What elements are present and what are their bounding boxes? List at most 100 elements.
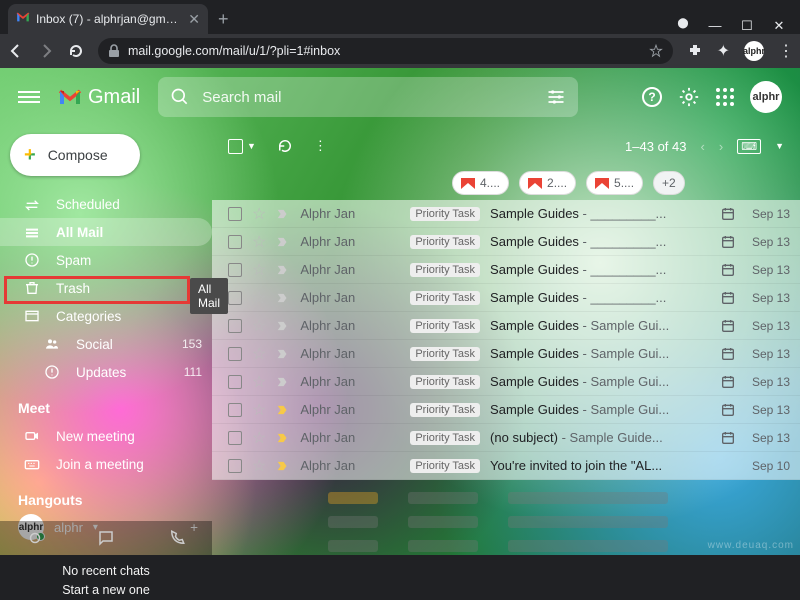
email-checkbox[interactable] bbox=[228, 459, 242, 473]
sidebar-item-all-mail[interactable]: All Mail bbox=[0, 218, 212, 246]
search-bar[interactable] bbox=[158, 77, 578, 117]
forward-button[interactable] bbox=[38, 43, 54, 59]
email-row[interactable]: ☆ Alphr Jan Priority Task Sample Guides … bbox=[212, 396, 800, 424]
star-icon[interactable]: ☆ bbox=[252, 456, 266, 476]
email-label-badge[interactable]: Priority Task bbox=[410, 431, 480, 445]
maximize-button[interactable]: ☐ bbox=[740, 18, 754, 34]
profile-avatar[interactable]: alphr bbox=[744, 41, 764, 61]
account-avatar[interactable]: alphr bbox=[750, 81, 782, 113]
bookmark-star-icon[interactable] bbox=[649, 44, 663, 58]
extensions-icon[interactable] bbox=[687, 43, 703, 59]
star-icon[interactable]: ☆ bbox=[252, 428, 266, 448]
email-checkbox[interactable] bbox=[228, 403, 242, 417]
email-row[interactable]: ☆ Alphr Jan Priority Task Sample Guides … bbox=[212, 312, 800, 340]
calendar-icon[interactable] bbox=[720, 374, 736, 390]
tab-close-icon[interactable]: ✕ bbox=[188, 11, 200, 28]
attachment-chip[interactable]: 2.... bbox=[519, 171, 576, 195]
calendar-icon[interactable] bbox=[720, 206, 736, 222]
input-mode-icon[interactable]: ⌨ bbox=[737, 139, 761, 154]
attachment-chip[interactable]: 4.... bbox=[452, 171, 509, 195]
main-menu-icon[interactable] bbox=[18, 88, 40, 106]
support-icon[interactable]: ? bbox=[642, 87, 662, 107]
email-checkbox[interactable] bbox=[228, 375, 242, 389]
record-icon[interactable]: ⬤ bbox=[676, 18, 690, 34]
next-page-button[interactable]: › bbox=[719, 139, 723, 154]
browser-tab[interactable]: Inbox (7) - alphrjan@gmail.com ✕ bbox=[8, 4, 208, 34]
star-icon[interactable]: ☆ bbox=[252, 288, 266, 308]
hangouts-tab-icon[interactable] bbox=[26, 529, 44, 547]
close-window-button[interactable]: ✕ bbox=[772, 18, 786, 34]
star-icon[interactable]: ☆ bbox=[252, 232, 266, 252]
importance-icon[interactable] bbox=[276, 235, 290, 249]
email-row[interactable]: ☆ Alphr Jan Priority Task You're invited… bbox=[212, 452, 800, 480]
importance-icon[interactable] bbox=[276, 291, 290, 305]
email-label-badge[interactable]: Priority Task bbox=[410, 207, 480, 221]
browser-menu-icon[interactable]: ⋮ bbox=[778, 41, 792, 61]
importance-icon[interactable] bbox=[276, 431, 290, 445]
email-checkbox[interactable] bbox=[228, 319, 242, 333]
star-icon[interactable]: ☆ bbox=[252, 316, 266, 336]
calendar-icon[interactable] bbox=[720, 402, 736, 418]
select-all-checkbox[interactable]: ▼ bbox=[228, 139, 256, 154]
chevron-down-icon[interactable]: ▼ bbox=[247, 141, 256, 151]
email-checkbox[interactable] bbox=[228, 291, 242, 305]
email-label-badge[interactable]: Priority Task bbox=[410, 347, 480, 361]
attachment-chip[interactable]: 5.... bbox=[586, 171, 643, 195]
sidebar-item-spam[interactable]: Spam bbox=[0, 246, 212, 274]
email-row[interactable]: ☆ Alphr Jan Priority Task Sample Guides … bbox=[212, 368, 800, 396]
importance-icon[interactable] bbox=[276, 263, 290, 277]
star-icon[interactable]: ☆ bbox=[252, 260, 266, 280]
sidebar-item-social[interactable]: Social153 bbox=[0, 330, 212, 358]
phone-tab-icon[interactable] bbox=[168, 529, 186, 547]
email-checkbox[interactable] bbox=[228, 431, 242, 445]
url-input[interactable]: mail.google.com/mail/u/1/?pli=1#inbox bbox=[98, 38, 673, 64]
email-row[interactable]: ☆ Alphr Jan Priority Task Sample Guides … bbox=[212, 256, 800, 284]
sidebar-item-scheduled[interactable]: Scheduled bbox=[0, 190, 212, 218]
email-checkbox[interactable] bbox=[228, 263, 242, 277]
email-label-badge[interactable]: Priority Task bbox=[410, 375, 480, 389]
importance-icon[interactable] bbox=[276, 347, 290, 361]
new-tab-button[interactable]: + bbox=[218, 9, 229, 30]
sidebar-item-categories[interactable]: Categories bbox=[0, 302, 212, 330]
email-checkbox[interactable] bbox=[228, 235, 242, 249]
calendar-icon[interactable] bbox=[720, 234, 736, 250]
refresh-button[interactable] bbox=[276, 137, 294, 155]
search-input[interactable] bbox=[202, 89, 534, 106]
importance-icon[interactable] bbox=[276, 403, 290, 417]
meet-item-new-meeting[interactable]: New meeting bbox=[0, 422, 212, 450]
importance-icon[interactable] bbox=[276, 459, 290, 473]
email-row[interactable]: ☆ Alphr Jan Priority Task Sample Guides … bbox=[212, 284, 800, 312]
email-label-badge[interactable]: Priority Task bbox=[410, 403, 480, 417]
gmail-logo[interactable]: Gmail bbox=[58, 86, 140, 109]
back-button[interactable] bbox=[8, 43, 24, 59]
sidebar-item-updates[interactable]: Updates111 bbox=[0, 358, 212, 386]
chevron-down-icon[interactable]: ▼ bbox=[775, 141, 784, 151]
prev-page-button[interactable]: ‹ bbox=[701, 139, 705, 154]
email-checkbox[interactable] bbox=[228, 207, 242, 221]
calendar-icon[interactable] bbox=[720, 318, 736, 334]
email-label-badge[interactable]: Priority Task bbox=[410, 235, 480, 249]
google-apps-icon[interactable] bbox=[716, 88, 734, 106]
search-options-icon[interactable] bbox=[546, 87, 566, 107]
search-icon[interactable] bbox=[170, 87, 190, 107]
email-checkbox[interactable] bbox=[228, 347, 242, 361]
email-row[interactable]: ☆ Alphr Jan Priority Task Sample Guides … bbox=[212, 340, 800, 368]
calendar-icon[interactable] bbox=[720, 430, 736, 446]
email-row[interactable]: ☆ Alphr Jan Priority Task (no subject) -… bbox=[212, 424, 800, 452]
calendar-icon[interactable] bbox=[720, 346, 736, 362]
importance-icon[interactable] bbox=[276, 319, 290, 333]
email-label-badge[interactable]: Priority Task bbox=[410, 319, 480, 333]
calendar-icon[interactable] bbox=[720, 262, 736, 278]
more-actions-icon[interactable]: ⋮ bbox=[314, 138, 325, 154]
more-attachments-chip[interactable]: +2 bbox=[653, 171, 685, 195]
email-label-badge[interactable]: Priority Task bbox=[410, 263, 480, 277]
star-icon[interactable]: ☆ bbox=[252, 372, 266, 392]
meet-item-join-a-meeting[interactable]: Join a meeting bbox=[0, 450, 212, 478]
star-icon[interactable]: ☆ bbox=[252, 344, 266, 364]
minimize-button[interactable]: ― bbox=[708, 18, 722, 34]
settings-icon[interactable] bbox=[678, 86, 700, 108]
email-row[interactable]: ☆ Alphr Jan Priority Task Sample Guides … bbox=[212, 200, 800, 228]
chat-tab-icon[interactable] bbox=[97, 529, 115, 547]
sidebar-item-trash[interactable]: Trash bbox=[0, 274, 212, 302]
star-icon[interactable]: ☆ bbox=[252, 204, 266, 224]
